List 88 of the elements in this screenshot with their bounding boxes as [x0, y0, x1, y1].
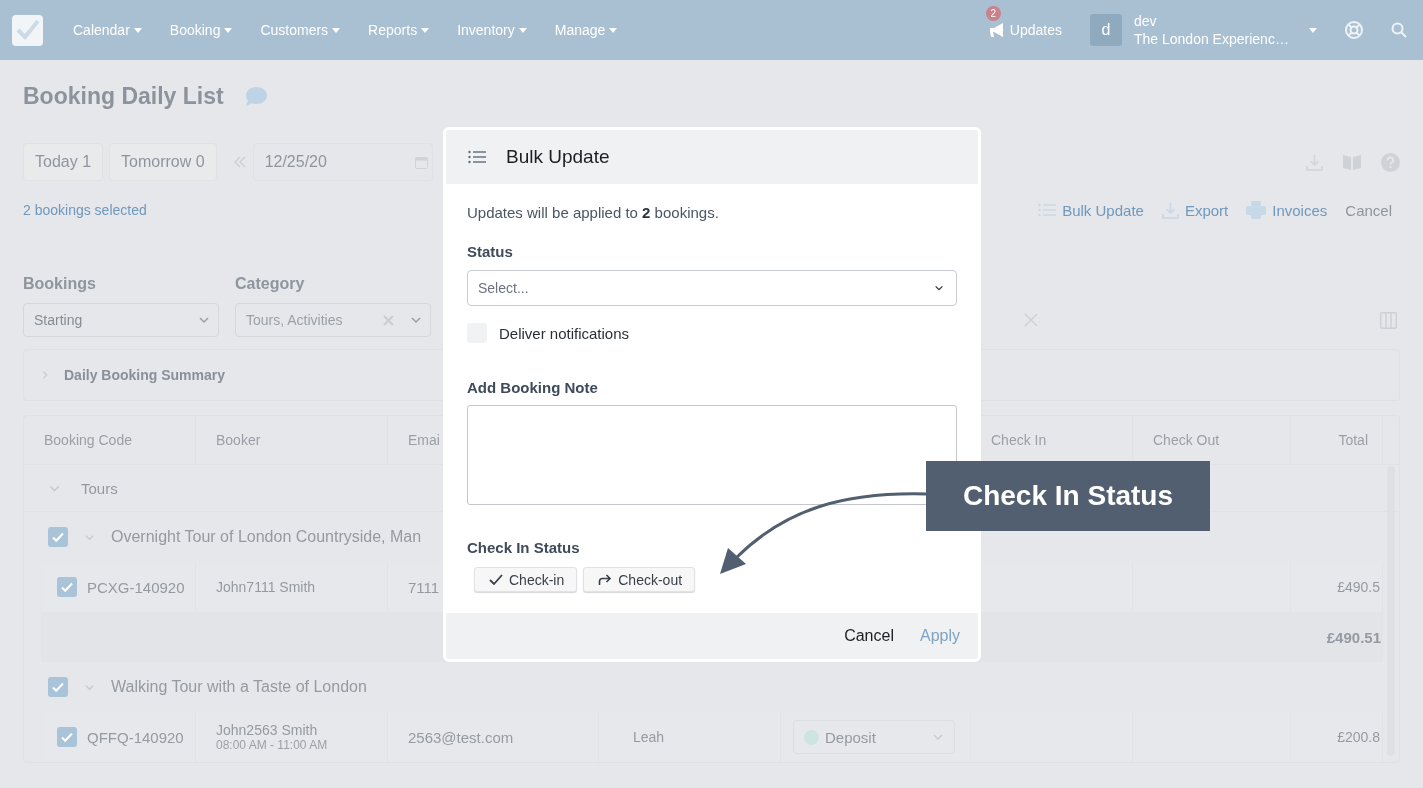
- chevron-down-icon: [934, 283, 944, 293]
- field-label: Status: [467, 243, 514, 260]
- caret-icon: [518, 27, 527, 33]
- total-cell: £200.8: [1337, 729, 1380, 745]
- note-field[interactable]: [467, 405, 957, 505]
- download-icon: [1161, 201, 1179, 219]
- status-select[interactable]: Deposit: [793, 720, 955, 754]
- logo-icon: [12, 14, 43, 46]
- status-select[interactable]: Select...: [467, 270, 957, 306]
- product-title: Walking Tour with a Taste of London: [111, 678, 367, 696]
- booker-name: John2563 Smith: [216, 722, 318, 738]
- field-label: Check In Status: [467, 539, 581, 556]
- nav-menu[interactable]: Manage: [554, 22, 618, 38]
- checkbox[interactable]: [57, 727, 77, 747]
- filter-label: Bookings: [23, 275, 97, 293]
- close-icon[interactable]: [1024, 313, 1038, 327]
- chevron-down-icon: [410, 314, 422, 326]
- date-field[interactable]: 12/25/20: [252, 143, 433, 181]
- filter-label: Category: [235, 275, 306, 293]
- callout-text: Check In Status: [962, 480, 1174, 512]
- dialog-intro: Updates will be applied to 2 bookings.: [467, 204, 720, 221]
- caret-icon: [332, 27, 341, 33]
- column-header[interactable]: Total: [1291, 416, 1383, 464]
- checkbox[interactable]: [48, 677, 68, 697]
- chevron-right-icon: [40, 370, 50, 380]
- clear-icon[interactable]: [383, 314, 394, 326]
- company-name: The London Experienc…: [1134, 31, 1290, 47]
- nav-menu[interactable]: Customers: [260, 22, 341, 38]
- booking-code[interactable]: QFFQ-140920: [87, 728, 184, 746]
- search-icon[interactable]: [1391, 22, 1407, 38]
- total-cell: £490.5: [1337, 579, 1380, 595]
- check-status-button[interactable]: Check-out: [583, 567, 696, 592]
- checkbox-label: Deliver notifications: [499, 324, 630, 342]
- selection-count: 2 bookings selected: [23, 202, 147, 218]
- list-icon: [1038, 203, 1057, 217]
- list-icon: [468, 150, 486, 164]
- toolbar-action[interactable]: Invoices: [1246, 201, 1328, 219]
- nav-menu[interactable]: Calendar: [73, 22, 142, 38]
- user-name: dev: [1134, 13, 1158, 29]
- checkmark-icon: [51, 680, 65, 694]
- checkmark-icon: [51, 530, 65, 544]
- toolbar-action[interactable]: Cancel: [1345, 201, 1392, 219]
- booking-code[interactable]: PCXG-140920: [87, 578, 185, 596]
- caret-icon: [609, 27, 618, 33]
- nav-menu[interactable]: Booking: [169, 22, 233, 38]
- chevron-down-icon: [198, 314, 210, 326]
- field-label: Add Booking Note: [467, 379, 599, 396]
- caret-icon: [224, 27, 233, 33]
- email-cell: 7111: [408, 578, 440, 596]
- page-title: Booking Daily List: [23, 82, 224, 110]
- group-title: Tours: [81, 479, 118, 497]
- summary-title: Daily Booking Summary: [64, 367, 226, 383]
- booker-name: John7111 Smith: [216, 579, 316, 595]
- notification-badge: 2: [985, 6, 1001, 21]
- avatar: d: [1090, 14, 1122, 46]
- checkmark-icon: [60, 580, 74, 594]
- column-header[interactable]: Booker: [196, 416, 388, 464]
- toolbar-action[interactable]: Export: [1161, 201, 1229, 219]
- lifebuoy-icon[interactable]: [1345, 21, 1363, 39]
- cancel-button[interactable]: Cancel: [844, 627, 894, 645]
- updates-link[interactable]: Updates: [988, 22, 1062, 38]
- caret-icon: [133, 27, 142, 33]
- column-header[interactable]: Booking Code: [24, 416, 196, 464]
- subtotal: £490.51: [1326, 628, 1382, 646]
- check-status-button[interactable]: Check-in: [474, 567, 578, 592]
- filter-select[interactable]: Starting: [23, 303, 219, 337]
- forward-arrow-icon: [598, 573, 613, 586]
- quick-date-button[interactable]: Today 1: [23, 143, 104, 181]
- columns-icon[interactable]: [1380, 311, 1397, 329]
- email-cell: 2563@test.com: [408, 728, 514, 746]
- double-chevron-left-icon[interactable]: [232, 155, 247, 169]
- dialog-title: Bulk Update: [506, 146, 610, 168]
- checkmark-icon: [60, 730, 74, 744]
- caret-icon: [1309, 27, 1317, 33]
- chat-bubble-icon[interactable]: [245, 86, 267, 106]
- caret-icon: [421, 27, 430, 33]
- nav-menu[interactable]: Reports: [368, 22, 430, 38]
- filter-select[interactable]: Tours, Activities: [235, 303, 431, 337]
- checkbox[interactable]: [48, 527, 68, 547]
- quick-date-button[interactable]: Tomorrow 0: [109, 143, 217, 181]
- toolbar-action[interactable]: Bulk Update: [1038, 201, 1144, 219]
- guide-cell: Leah: [633, 729, 665, 745]
- booking-time: 08:00 AM - 11:00 AM: [216, 738, 328, 752]
- nav-menu[interactable]: Inventory: [457, 22, 527, 38]
- checkbox[interactable]: [57, 577, 77, 597]
- check-icon: [489, 573, 503, 586]
- product-title: Overnight Tour of London Countryside, Man: [111, 528, 422, 546]
- chevron-down-icon: [932, 731, 944, 743]
